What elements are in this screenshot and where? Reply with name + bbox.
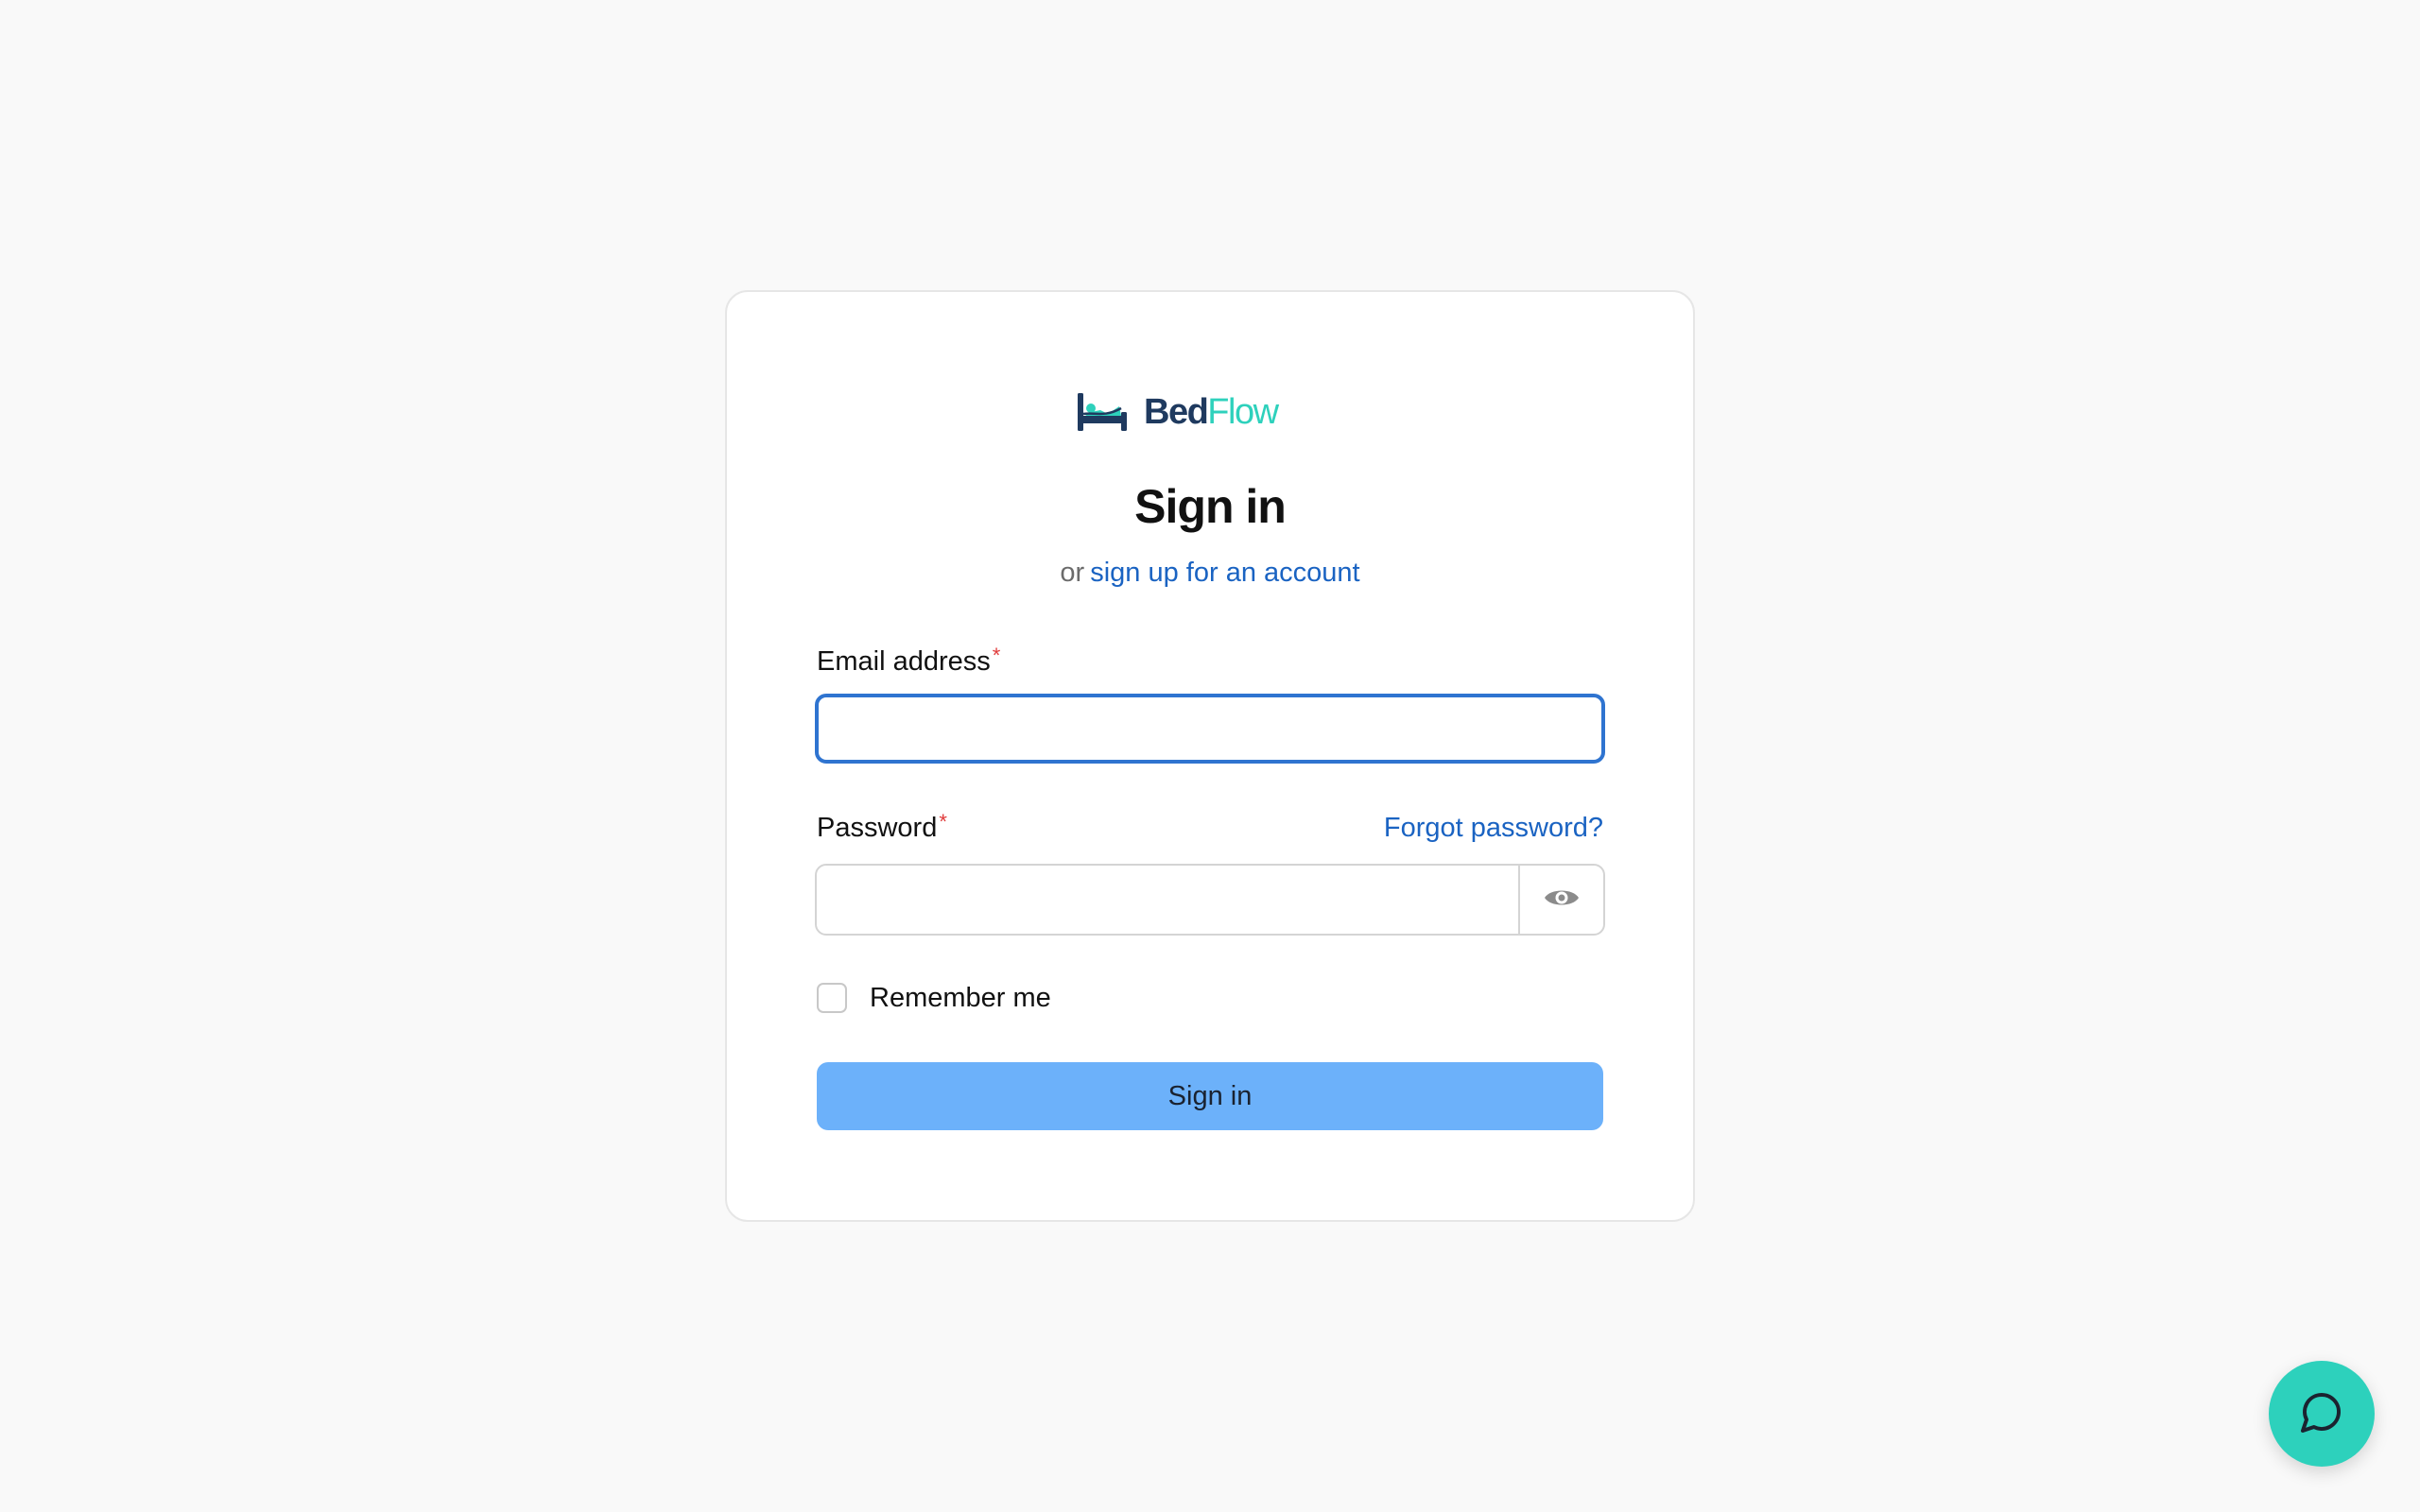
email-label: Email address: [817, 646, 991, 677]
brand-name-part1: Bed: [1144, 392, 1209, 432]
required-marker: *: [992, 644, 1001, 667]
chat-bubble-icon: [2299, 1389, 2344, 1439]
remember-me-row: Remember me: [815, 979, 1051, 1017]
signup-link[interactable]: sign up for an account: [1090, 558, 1359, 588]
forgot-password-link[interactable]: Forgot password?: [1384, 809, 1603, 847]
chat-button[interactable]: [2269, 1361, 2375, 1467]
bed-icon: [1076, 391, 1129, 433]
password-field-group: [815, 864, 1605, 936]
password-label: Password: [817, 813, 938, 843]
signup-prompt: or sign up for an account: [725, 554, 1695, 592]
brand-name-part2: Flow: [1207, 392, 1279, 432]
eye-icon: [1543, 885, 1581, 916]
sign-in-button[interactable]: Sign in: [817, 1062, 1603, 1130]
remember-me-label[interactable]: Remember me: [870, 983, 1051, 1014]
email-label-wrap: Email address*: [817, 643, 1000, 680]
brand-logo: BedFlow: [1076, 389, 1279, 435]
email-field[interactable]: [815, 694, 1605, 764]
password-label-wrap: Password*: [817, 809, 947, 847]
signup-prefix: or: [1060, 558, 1085, 588]
page-title: Sign in: [1134, 480, 1287, 533]
remember-me-checkbox[interactable]: [817, 983, 847, 1013]
required-marker: *: [939, 810, 947, 833]
toggle-password-visibility-button[interactable]: [1518, 866, 1603, 934]
brand-name: BedFlow: [1144, 389, 1279, 435]
password-field[interactable]: [817, 866, 1518, 934]
